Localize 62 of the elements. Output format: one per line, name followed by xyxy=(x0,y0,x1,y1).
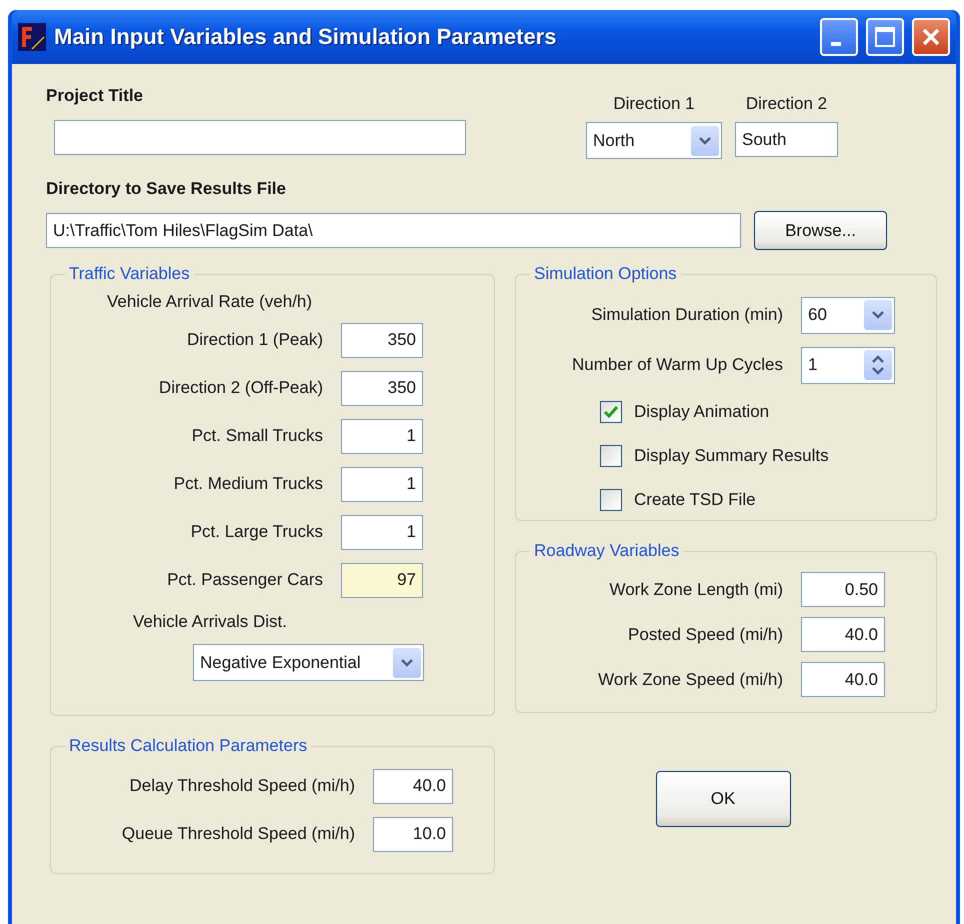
checkbox-label: Display Animation xyxy=(634,402,770,422)
up-down-arrows-icon xyxy=(871,354,885,376)
field-label: Project Title xyxy=(46,86,144,106)
maximize-button[interactable] xyxy=(866,18,904,56)
number-field[interactable]: 10.0 xyxy=(373,816,453,852)
ok-button[interactable]: OK xyxy=(656,771,790,827)
app-logo-icon xyxy=(18,23,46,51)
group-title: Roadway Variables xyxy=(533,541,680,561)
close-button[interactable] xyxy=(912,18,950,56)
browse-button[interactable]: Browse... xyxy=(754,211,887,250)
field-label: Number of Warm Up Cycles xyxy=(571,355,783,375)
chevron-down-icon xyxy=(698,136,712,146)
number-field[interactable]: 40.0 xyxy=(373,768,453,804)
number-field[interactable]: 350 xyxy=(341,370,423,406)
checkbox[interactable] xyxy=(600,489,622,511)
minimize-button[interactable] xyxy=(820,18,858,56)
duration-dropdown[interactable]: 60 xyxy=(801,296,895,334)
checkbox[interactable] xyxy=(600,401,622,423)
directory-field[interactable]: U:\Traffic\Tom Hiles\FlagSim Data\ xyxy=(46,213,741,248)
number-field[interactable]: 0.50 xyxy=(801,572,885,607)
maximize-icon xyxy=(874,26,896,48)
field-label: Posted Speed (mi/h) xyxy=(627,624,783,644)
field-label: Directory to Save Results File xyxy=(46,179,287,199)
chevron-down-icon xyxy=(871,310,885,320)
field-label: Work Zone Speed (mi/h) xyxy=(597,670,783,690)
field-label: Work Zone Length (mi) xyxy=(608,580,783,600)
number-field[interactable]: 350 xyxy=(341,322,423,358)
field-label: Queue Threshold Speed (mi/h) xyxy=(120,824,355,844)
minimize-icon xyxy=(831,42,841,46)
field-label: Pct. Large Trucks xyxy=(190,522,323,542)
field-label: Direction 2 xyxy=(746,94,828,114)
field-label: Pct. Passenger Cars xyxy=(166,570,323,590)
group-title: Results Calculation Parameters xyxy=(68,736,308,756)
checkbox-label: Create TSD File xyxy=(634,490,756,510)
window-title: Main Input Variables and Simulation Parameters xyxy=(54,24,558,50)
field-label: Simulation Duration (min) xyxy=(590,305,783,325)
field-label: Vehicle Arrivals Dist. xyxy=(132,612,288,632)
spinner-field[interactable]: 1 xyxy=(801,346,895,384)
direction-dropdown[interactable]: North xyxy=(586,122,722,159)
checkmark-icon xyxy=(603,405,619,419)
group-title: Simulation Options xyxy=(533,264,678,284)
project-title-field[interactable] xyxy=(54,120,466,155)
field-label: Direction 2 (Off-Peak) xyxy=(158,378,323,398)
number-field[interactable]: 40.0 xyxy=(801,662,885,697)
field-label: Delay Threshold Speed (mi/h) xyxy=(128,776,355,796)
checkbox[interactable] xyxy=(600,445,622,467)
chevron-down-icon xyxy=(400,658,414,668)
distribution-dropdown[interactable]: Negative Exponential xyxy=(193,644,424,681)
field-label: Pct. Medium Trucks xyxy=(172,474,323,494)
group-title: Traffic Variables xyxy=(68,264,191,284)
number-field[interactable]: 1 xyxy=(341,466,423,502)
number-field[interactable]: 1 xyxy=(341,418,423,454)
close-icon xyxy=(920,26,942,48)
field-label: Direction 1 xyxy=(613,94,695,114)
direction-field[interactable]: South xyxy=(735,122,838,157)
field-label: Direction 1 (Peak) xyxy=(186,330,323,350)
checkbox-label: Display Summary Results xyxy=(634,446,829,466)
field-label: Pct. Small Trucks xyxy=(190,426,323,446)
readonly-field: 97 xyxy=(341,562,423,598)
section-label: Vehicle Arrival Rate (veh/h) xyxy=(106,292,314,312)
number-field[interactable]: 40.0 xyxy=(801,617,885,652)
number-field[interactable]: 1 xyxy=(341,514,423,550)
